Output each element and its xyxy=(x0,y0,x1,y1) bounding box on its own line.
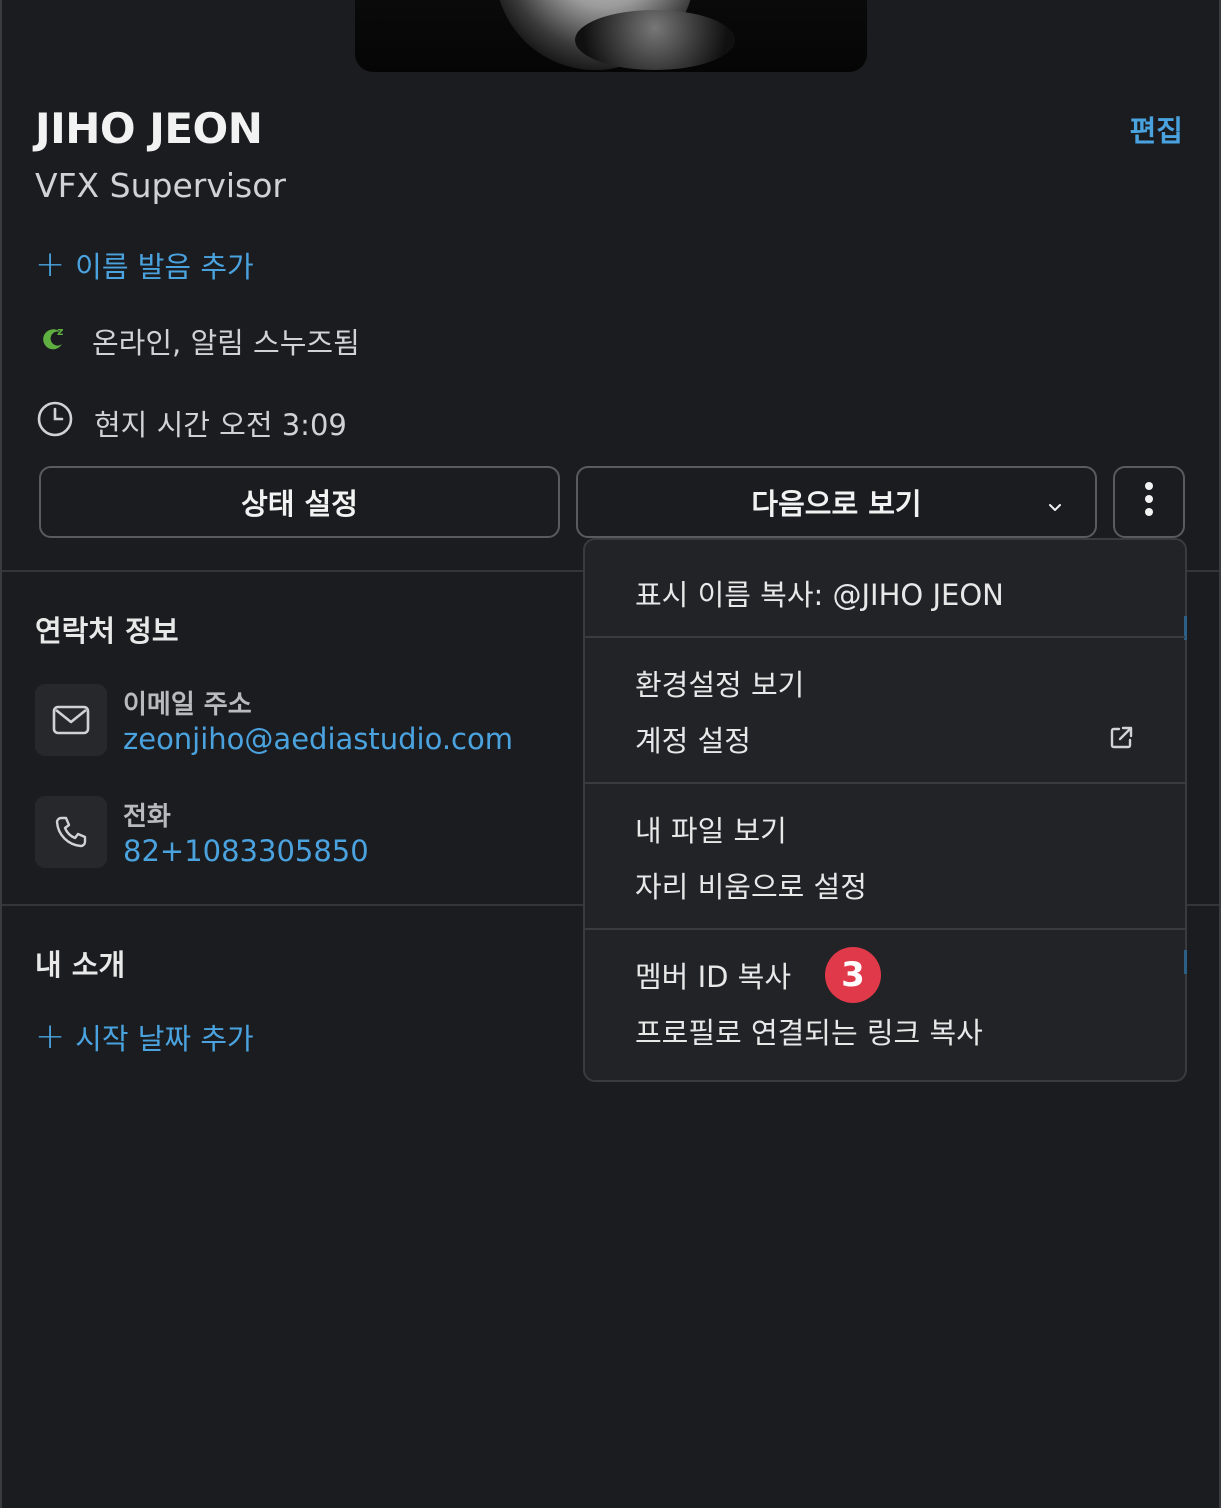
set-status-label: 상태 설정 xyxy=(241,487,358,521)
local-time: 현지 시간 오전 3:09 xyxy=(36,400,347,445)
menu-item-view-my-files[interactable]: 내 파일 보기 xyxy=(635,808,787,850)
menu-separator xyxy=(585,928,1185,930)
menu-item-set-away[interactable]: 자리 비움으로 설정 xyxy=(635,864,867,906)
more-vertical-icon xyxy=(1144,481,1154,524)
set-status-button[interactable]: 상태 설정 xyxy=(39,466,560,538)
step-badge: 3 xyxy=(825,947,881,1003)
clock-icon xyxy=(36,400,74,445)
menu-separator xyxy=(585,636,1185,638)
menu-item-view-preferences[interactable]: 환경설정 보기 xyxy=(635,662,804,704)
plus-icon: + xyxy=(35,244,66,285)
contact-section-title: 연락처 정보 xyxy=(35,614,179,648)
snooze-icon: z xyxy=(38,322,70,361)
external-link-icon xyxy=(1107,724,1135,756)
menu-item-account-settings[interactable]: 계정 설정 xyxy=(635,718,751,760)
phone-label: 전화 xyxy=(123,802,171,832)
profile-job-title: VFX Supervisor xyxy=(35,166,286,205)
presence-status-text: 온라인, 알림 스누즈됨 xyxy=(92,326,360,360)
view-as-label: 다음으로 보기 xyxy=(751,487,922,521)
phone-link[interactable]: 82+1083305850 xyxy=(123,834,369,868)
add-start-date-label: 시작 날짜 추가 xyxy=(75,1022,254,1056)
menu-edge-marker xyxy=(1184,950,1187,974)
menu-item-copy-display-name[interactable]: 표시 이름 복사: @JIHO JEON xyxy=(635,572,1004,614)
phone-icon xyxy=(35,796,107,868)
add-pronunciation-label: 이름 발음 추가 xyxy=(75,250,254,284)
menu-item-copy-member-id[interactable]: 멤버 ID 복사 xyxy=(635,954,791,996)
profile-panel: JIHO JEON 편집 VFX Supervisor + 이름 발음 추가 z… xyxy=(0,0,1221,1508)
photo-detail xyxy=(575,10,735,70)
chevron-down-icon xyxy=(1045,490,1065,524)
profile-name: JIHO JEON xyxy=(35,104,263,153)
profile-photo[interactable] xyxy=(355,0,867,72)
email-label: 이메일 주소 xyxy=(123,690,252,720)
svg-text:z: z xyxy=(57,325,63,338)
email-link[interactable]: zeonjiho@aediastudio.com xyxy=(123,722,513,756)
mail-icon xyxy=(35,684,107,756)
add-name-pronunciation-link[interactable]: + 이름 발음 추가 xyxy=(35,244,254,286)
more-actions-button[interactable] xyxy=(1113,466,1185,538)
presence-status: z 온라인, 알림 스누즈됨 xyxy=(38,320,360,362)
plus-icon: + xyxy=(35,1016,66,1057)
about-section-title: 내 소개 xyxy=(35,948,126,982)
menu-separator xyxy=(585,782,1185,784)
more-actions-menu: 표시 이름 복사: @JIHO JEON 환경설정 보기 계정 설정 내 파일 … xyxy=(583,538,1187,1082)
local-time-text: 현지 시간 오전 3:09 xyxy=(94,407,347,442)
add-start-date-link[interactable]: + 시작 날짜 추가 xyxy=(35,1016,254,1058)
menu-item-copy-profile-link[interactable]: 프로필로 연결되는 링크 복사 xyxy=(635,1010,983,1052)
edit-profile-link[interactable]: 편집 xyxy=(1130,108,1183,150)
view-as-button[interactable]: 다음으로 보기 xyxy=(576,466,1097,538)
